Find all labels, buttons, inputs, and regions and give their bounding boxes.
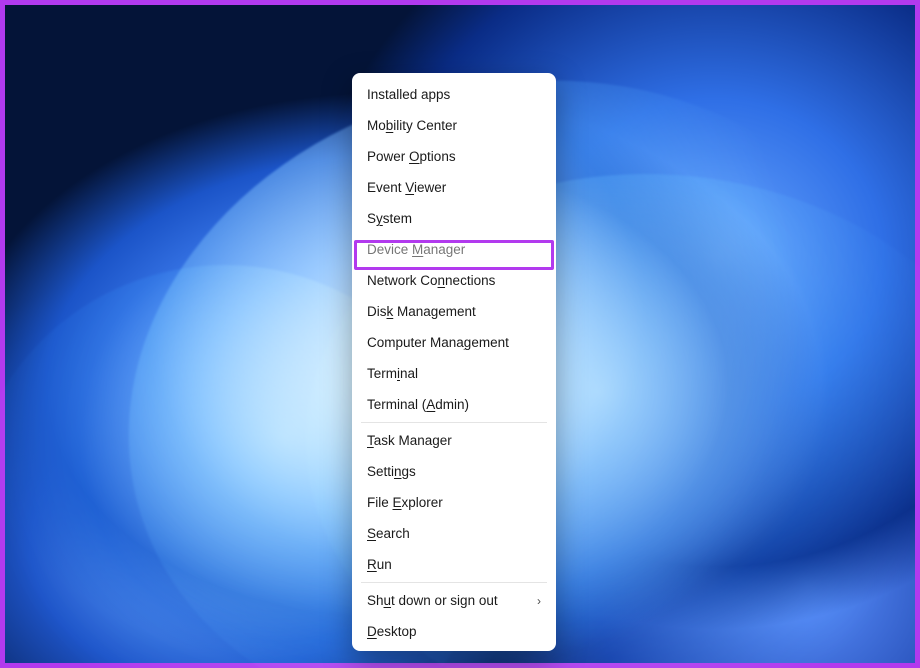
menu-item-shut-down-or-sign-out[interactable]: Shut down or sign out › [355,585,553,616]
menu-item-label: Terminal [367,366,418,381]
menu-item-desktop[interactable]: Desktop [355,616,553,649]
menu-item-settings[interactable]: Settings [355,456,553,487]
menu-separator [361,582,547,583]
menu-item-label: Installed apps [367,87,450,102]
menu-item-label: Device Manager [367,242,465,257]
menu-item-label: Computer Management [367,335,509,350]
menu-item-installed-apps[interactable]: Installed apps [355,79,553,110]
menu-item-mobility-center[interactable]: Mobility Center [355,110,553,141]
menu-item-label: Settings [367,464,416,479]
menu-item-label: Run [367,557,392,572]
menu-item-terminal-admin[interactable]: Terminal (Admin) [355,389,553,420]
menu-item-label: System [367,211,412,226]
menu-item-computer-management[interactable]: Computer Management [355,327,553,358]
menu-item-disk-management[interactable]: Disk Management [355,296,553,327]
menu-item-terminal[interactable]: Terminal [355,358,553,389]
menu-item-label: Search [367,526,410,541]
menu-item-label: Task Manager [367,433,452,448]
menu-item-run[interactable]: Run [355,549,553,580]
menu-item-task-manager[interactable]: Task Manager [355,425,553,456]
menu-item-label: Mobility Center [367,118,457,133]
winx-context-menu: Installed apps Mobility Center Power Optio… [352,73,556,651]
menu-item-label: Power Options [367,149,456,164]
menu-item-label: Terminal (Admin) [367,397,469,412]
menu-separator [361,422,547,423]
menu-item-label: Desktop [367,624,417,639]
chevron-right-icon: › [537,595,541,607]
screenshot-frame: Installed apps Mobility Center Power Optio… [0,0,920,668]
menu-item-label: Network Connections [367,273,495,288]
menu-item-search[interactable]: Search [355,518,553,549]
menu-item-power-options[interactable]: Power Options [355,141,553,172]
menu-item-label: Disk Management [367,304,476,319]
menu-item-label: Event Viewer [367,180,446,195]
menu-item-label: Shut down or sign out [367,593,498,608]
menu-item-file-explorer[interactable]: File Explorer [355,487,553,518]
menu-item-device-manager[interactable]: Device Manager [355,234,553,265]
menu-item-system[interactable]: System [355,203,553,234]
menu-item-event-viewer[interactable]: Event Viewer [355,172,553,203]
menu-item-network-connections[interactable]: Network Connections [355,265,553,296]
menu-item-label: File Explorer [367,495,443,510]
